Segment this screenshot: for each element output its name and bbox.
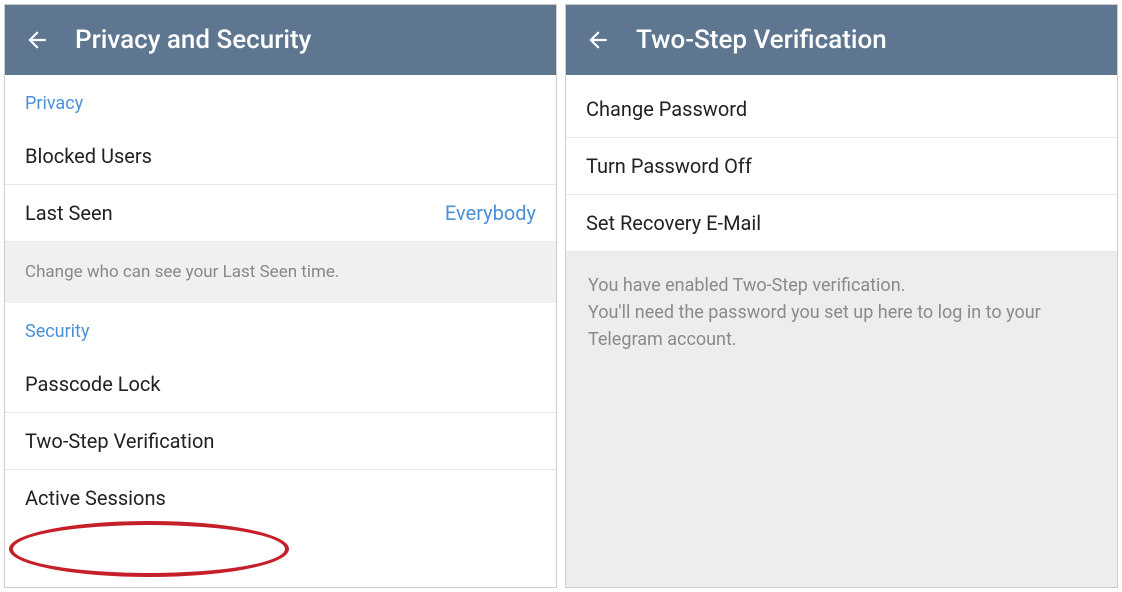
content-area: Privacy Blocked Users Last Seen Everybod… (5, 75, 556, 587)
page-title: Two-Step Verification (636, 25, 887, 55)
content-area: Change Password Turn Password Off Set Re… (566, 75, 1117, 587)
blocked-users-item[interactable]: Blocked Users (5, 128, 556, 185)
header-bar: Two-Step Verification (566, 5, 1117, 75)
set-recovery-email-label: Set Recovery E-Mail (586, 211, 761, 235)
page-title: Privacy and Security (75, 25, 311, 55)
active-sessions-label: Active Sessions (25, 486, 166, 510)
back-button[interactable] (584, 26, 612, 54)
arrow-left-icon (24, 27, 50, 53)
two-step-label: Two-Step Verification (25, 429, 214, 453)
set-recovery-email-item[interactable]: Set Recovery E-Mail (566, 195, 1117, 252)
privacy-section-header: Privacy (5, 75, 556, 128)
two-step-verification-item[interactable]: Two-Step Verification (5, 413, 556, 470)
security-section-header: Security (5, 303, 556, 356)
back-button[interactable] (23, 26, 51, 54)
last-seen-label: Last Seen (25, 201, 113, 225)
change-password-item[interactable]: Change Password (566, 75, 1117, 138)
passcode-lock-item[interactable]: Passcode Lock (5, 356, 556, 413)
arrow-left-icon (585, 27, 611, 53)
header-bar: Privacy and Security (5, 5, 556, 75)
two-step-verification-screen: Two-Step Verification Change Password Tu… (565, 4, 1118, 588)
active-sessions-item[interactable]: Active Sessions (5, 470, 556, 526)
blocked-users-label: Blocked Users (25, 144, 152, 168)
change-password-label: Change Password (586, 97, 747, 121)
last-seen-description: Change who can see your Last Seen time. (5, 242, 556, 303)
last-seen-item[interactable]: Last Seen Everybody (5, 185, 556, 242)
last-seen-value: Everybody (445, 201, 536, 225)
turn-password-off-item[interactable]: Turn Password Off (566, 138, 1117, 195)
privacy-security-screen: Privacy and Security Privacy Blocked Use… (4, 4, 557, 588)
passcode-lock-label: Passcode Lock (25, 372, 161, 396)
two-step-description: You have enabled Two-Step verification. … (566, 252, 1117, 587)
turn-password-off-label: Turn Password Off (586, 154, 752, 178)
